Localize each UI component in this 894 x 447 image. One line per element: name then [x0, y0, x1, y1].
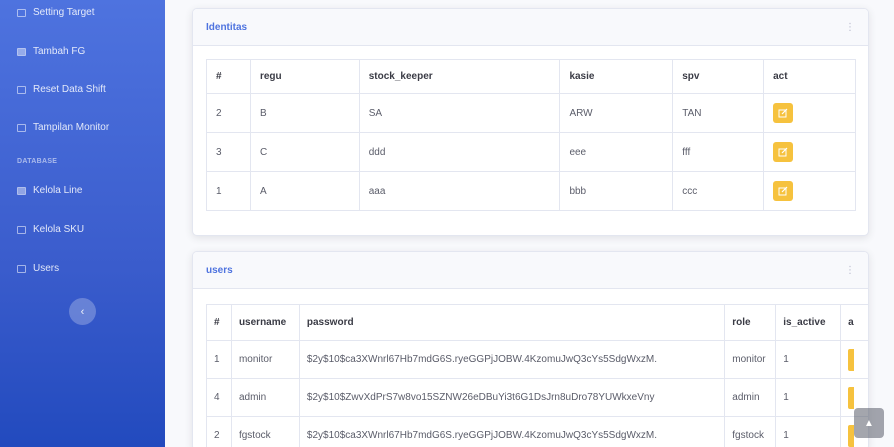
users-card-header: users ⋮	[193, 252, 868, 289]
table-cell: ddd	[358, 132, 561, 172]
table-cell: $2y$10$ca3XWnrl67Hb7mdG6S.ryeGGPjJOBW.4K…	[298, 416, 726, 447]
sidebar-item-tampilan-monitor[interactable]: Tampilan Monitor	[17, 122, 109, 133]
sidebar-item-label: Setting Target	[33, 7, 95, 18]
column-header: is_active	[775, 304, 842, 341]
identitas-card: Identitas ⋮ # regu stock_keeper kasie sp…	[192, 8, 869, 236]
table-row: 2 fgstock $2y$10$ca3XWnrl67Hb7mdG6S.ryeG…	[206, 416, 868, 447]
table-cell: fgstock	[230, 416, 300, 447]
edit-button[interactable]	[773, 142, 794, 162]
table-row: 1 A aaa bbb ccc	[206, 171, 856, 211]
sidebar: Setting Target Tambah FG Reset Data Shif…	[0, 0, 165, 447]
sidebar-item-label: Kelola SKU	[33, 224, 85, 235]
table-cell: $2y$10$ca3XWnrl67Hb7mdG6S.ryeGGPjJOBW.4K…	[298, 340, 726, 379]
table-cell: bbb	[559, 171, 674, 211]
monitor-icon	[17, 123, 26, 132]
table-cell: 1	[775, 416, 842, 447]
table-cell: eee	[559, 132, 674, 172]
users-table: # username password role is_active a 1 m…	[206, 304, 868, 447]
table-cell: monitor	[724, 340, 777, 379]
folder-icon	[17, 186, 26, 195]
column-header: kasie	[559, 59, 674, 94]
table-cell	[763, 93, 856, 133]
table-header-row: # regu stock_keeper kasie spv act	[206, 59, 856, 94]
sidebar-item-label: Tambah FG	[33, 46, 86, 57]
table-row: 1 monitor $2y$10$ca3XWnrl67Hb7mdG6S.ryeG…	[206, 340, 868, 379]
table-cell: 2	[206, 416, 232, 447]
table-row: 2 B SA ARW TAN	[206, 93, 856, 133]
folder-open-icon	[17, 225, 26, 234]
table-cell: 3	[206, 132, 251, 172]
table-cell	[840, 340, 868, 379]
table-cell: fgstock	[724, 416, 777, 447]
column-header: role	[724, 304, 777, 341]
sidebar-item-setting-target[interactable]: Setting Target	[17, 7, 95, 18]
table-cell: 4	[206, 378, 232, 417]
table-icon	[17, 85, 26, 94]
table-cell	[763, 132, 856, 172]
table-cell: 1	[206, 171, 251, 211]
column-header: stock_keeper	[358, 59, 561, 94]
table-cell: aaa	[358, 171, 561, 211]
edit-icon	[778, 108, 788, 118]
edit-icon	[778, 186, 788, 196]
table-cell: monitor	[230, 340, 300, 379]
table-cell: admin	[230, 378, 300, 417]
identitas-card-header: Identitas ⋮	[193, 9, 868, 46]
edit-button[interactable]	[848, 386, 855, 409]
column-header: act	[763, 59, 856, 94]
file-icon	[17, 47, 26, 56]
sidebar-item-label: Users	[33, 263, 60, 274]
table-cell: 1	[775, 340, 842, 379]
column-header: spv	[672, 59, 765, 94]
target-icon	[17, 8, 26, 17]
sidebar-item-kelola-line[interactable]: Kelola Line	[17, 185, 82, 196]
table-cell: SA	[358, 93, 561, 133]
sidebar-item-kelola-sku[interactable]: Kelola SKU	[17, 224, 84, 235]
sidebar-item-label: Tampilan Monitor	[33, 122, 110, 133]
table-cell	[763, 171, 856, 211]
table-cell: $2y$10$ZwvXdPrS7w8vo15SZNW26eDBuYi3t6G1D…	[298, 378, 726, 417]
more-options-icon[interactable]: ⋮	[845, 22, 855, 33]
sidebar-item-label: Kelola Line	[33, 185, 83, 196]
column-header: regu	[249, 59, 360, 94]
sidebar-heading-database: DATABASE	[17, 158, 58, 165]
table-cell: admin	[724, 378, 777, 417]
column-header: #	[206, 59, 251, 94]
edit-button[interactable]	[848, 348, 855, 371]
sidebar-item-users[interactable]: Users	[17, 263, 59, 274]
table-cell: TAN	[672, 93, 765, 133]
scroll-to-top-button[interactable]: ▲	[854, 408, 884, 438]
users-title: users	[206, 264, 233, 276]
column-header: #	[206, 304, 232, 341]
users-card: users ⋮ # username password role is_acti…	[192, 251, 869, 447]
table-cell: fff	[672, 132, 765, 172]
table-row: 4 admin $2y$10$ZwvXdPrS7w8vo15SZNW26eDBu…	[206, 378, 868, 417]
sidebar-toggle-button[interactable]: ‹	[69, 298, 96, 325]
table-header-row: # username password role is_active a	[206, 304, 868, 341]
user-icon	[17, 264, 26, 273]
table-cell: 1	[775, 378, 842, 417]
edit-button[interactable]	[773, 103, 794, 123]
identitas-title: Identitas	[206, 21, 248, 33]
table-cell: ARW	[559, 93, 674, 133]
table-cell: 1	[206, 340, 232, 379]
table-cell: 2	[206, 93, 251, 133]
table-row: 3 C ddd eee fff	[206, 132, 856, 172]
sidebar-item-tambah-fg[interactable]: Tambah FG	[17, 46, 85, 57]
table-cell: B	[249, 93, 360, 133]
chevron-up-icon: ▲	[864, 417, 874, 429]
column-header: password	[298, 304, 726, 341]
table-cell: A	[249, 171, 360, 211]
edit-icon	[778, 147, 788, 157]
table-cell: C	[249, 132, 360, 172]
column-header: a	[840, 304, 868, 341]
table-cell: ccc	[672, 171, 765, 211]
sidebar-item-label: Reset Data Shift	[33, 84, 106, 95]
more-options-icon[interactable]: ⋮	[845, 265, 855, 276]
column-header: username	[230, 304, 300, 341]
edit-button[interactable]	[773, 181, 794, 201]
sidebar-item-reset-data-shift[interactable]: Reset Data Shift	[17, 84, 106, 95]
chevron-left-icon: ‹	[80, 305, 85, 318]
identitas-table: # regu stock_keeper kasie spv act 2 B SA…	[206, 59, 856, 211]
